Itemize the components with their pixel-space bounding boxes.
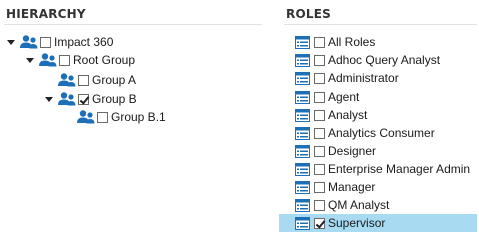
role-list-icon [295,71,310,85]
tree-node-impact-360[interactable]: Impact 360 [6,33,113,51]
role-checkbox[interactable] [314,163,325,175]
role-label: Adhoc Query Analyst [328,53,441,67]
role-label: Designer [328,144,377,158]
node-checkbox[interactable] [78,74,89,86]
role-row-administrator[interactable]: Administrator [279,69,477,87]
role-row-agent[interactable]: Agent [279,88,477,106]
role-list-icon [295,180,310,194]
role-checkbox[interactable] [314,217,325,229]
expand-toggle-icon[interactable] [44,95,53,104]
role-row-enterprise-manager-admin[interactable]: Enterprise Manager Admin [279,160,477,178]
role-list-icon [295,162,310,176]
node-label: Root Group [73,53,136,67]
role-list-icon [295,144,310,158]
role-checkbox[interactable] [314,72,325,84]
role-list-icon [295,108,310,122]
expand-toggle-icon[interactable] [6,38,15,47]
role-checkbox[interactable] [314,127,325,139]
tree-node-group-b[interactable]: Group B [44,90,137,108]
node-label: Group A [92,73,137,87]
role-row-analytics-consumer[interactable]: Analytics Consumer [279,124,477,142]
role-label: All Roles [328,35,376,49]
role-row-designer[interactable]: Designer [279,142,477,160]
user-group-icon [39,53,57,67]
role-checkbox[interactable] [314,54,325,66]
role-label: Agent [328,90,360,104]
node-label: Group B [92,92,137,106]
hierarchy-title: HIERARCHY [6,7,86,21]
user-group-icon [58,92,76,106]
role-list-icon [295,35,310,49]
role-label: Supervisor [328,216,386,230]
roles-header-divider [284,24,477,25]
user-group-icon [58,73,76,87]
roles-title: ROLES [286,7,331,21]
role-label: Manager [328,180,376,194]
role-checkbox[interactable] [314,109,325,121]
role-label: Administrator [328,71,399,85]
role-row-adhoc-query-analyst[interactable]: Adhoc Query Analyst [279,51,477,69]
role-row-manager[interactable]: Manager [279,178,477,196]
role-label: Analyst [328,108,368,122]
role-row-all-roles[interactable]: All Roles [279,33,477,51]
node-checkbox[interactable] [97,111,108,123]
role-checkbox[interactable] [314,36,325,48]
node-checkbox[interactable] [78,93,89,105]
role-checkbox[interactable] [314,91,325,103]
node-label: Impact 360 [54,35,114,49]
role-row-supervisor[interactable]: Supervisor [279,214,477,232]
expand-toggle-icon[interactable] [25,56,34,65]
tree-node-group-b1[interactable]: Group B.1 [63,108,166,126]
user-group-icon [77,110,95,124]
node-checkbox[interactable] [59,54,70,66]
tree-node-group-a[interactable]: Group A [44,71,136,89]
role-row-analyst[interactable]: Analyst [279,106,477,124]
role-checkbox[interactable] [314,145,325,157]
role-checkbox[interactable] [314,199,325,211]
role-list-icon [295,53,310,67]
role-checkbox[interactable] [314,181,325,193]
role-list-icon [295,216,310,230]
role-label: QM Analyst [328,198,390,212]
node-checkbox[interactable] [40,36,51,48]
role-row-qm-analyst[interactable]: QM Analyst [279,196,477,214]
role-list-icon [295,126,310,140]
role-list-icon [295,90,310,104]
role-label: Analytics Consumer [328,126,435,140]
hierarchy-header-divider [4,24,262,25]
user-group-icon [20,35,38,49]
node-label: Group B.1 [111,110,166,124]
tree-node-root-group[interactable]: Root Group [25,51,135,69]
role-list-icon [295,198,310,212]
role-label: Enterprise Manager Admin [328,162,471,176]
